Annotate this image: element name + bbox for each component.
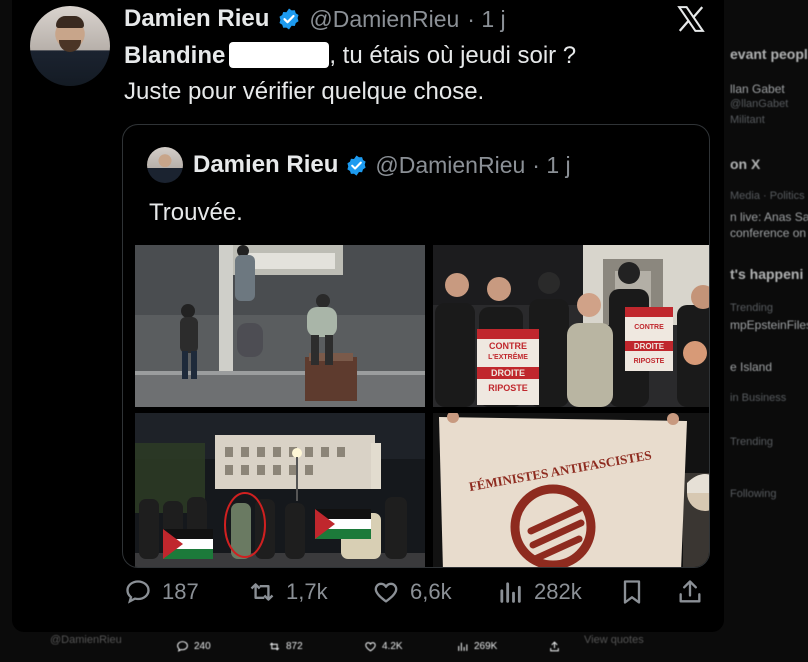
views-icon — [500, 582, 521, 603]
photo-street-scene[interactable] — [135, 245, 425, 407]
reply-icon — [126, 580, 150, 604]
background-sidebar-line: conference on — [730, 226, 807, 240]
background-sidebar-line: evant people — [730, 46, 808, 62]
sign-text-1: CONTRE — [489, 341, 527, 351]
background-view-quotes[interactable]: View quotes — [584, 634, 644, 646]
sign-text-7: RIPOSTE — [634, 358, 665, 365]
verified-badge-icon[interactable] — [277, 7, 301, 31]
avatar-hair-shape — [56, 16, 84, 28]
repost-icon — [250, 583, 274, 601]
background-reposts[interactable]: 872 — [268, 640, 303, 653]
background-share[interactable] — [548, 640, 561, 653]
tweet-text-line-1: Blandine , tu étais où jeudi soir ? — [124, 42, 576, 70]
quoted-author-handle[interactable]: @DamienRieu — [375, 152, 525, 179]
photo-antifascist-banner[interactable]: FÉMINISTES ANTIFASCISTES — [433, 413, 709, 567]
background-reposts-count: 872 — [286, 641, 303, 652]
x-logo-icon — [677, 6, 705, 32]
heart-icon — [374, 582, 398, 603]
tweet-time[interactable]: · 1 j — [467, 6, 505, 33]
background-sidebar-line: t's happeni — [730, 266, 804, 282]
mentioned-first-name: Blandine — [124, 42, 226, 69]
quoted-tweet-time[interactable]: · 1 j — [532, 152, 570, 179]
quoted-tweet-text: Trouvée. — [149, 199, 243, 226]
background-views-count: 269K — [474, 641, 498, 652]
quoted-author-name[interactable]: Damien Rieu — [193, 151, 338, 179]
views-count: 282k — [534, 579, 582, 604]
background-sidebar-line: Trending — [730, 436, 774, 448]
share-button[interactable] — [676, 578, 704, 606]
redacted-surname — [229, 42, 330, 68]
reply-icon — [177, 641, 188, 652]
tweet-text-line-2: Juste pour vérifier quelque chose. — [124, 78, 485, 105]
background-views[interactable]: 269K — [456, 640, 497, 653]
background-sidebar-line: on X — [730, 156, 761, 172]
reply-count: 187 — [162, 579, 199, 604]
repost-count: 1,7k — [286, 579, 328, 604]
tweet-card: Damien Rieu @DamienRieu · 1 j Blandine , … — [12, 0, 724, 632]
tweet-header: Damien Rieu @DamienRieu · 1 j — [124, 5, 506, 33]
share-icon — [550, 641, 559, 652]
sign-text-3: DROITE — [491, 368, 525, 378]
background-sidebar-line: @llanGabet — [730, 98, 789, 110]
views-icon — [458, 642, 468, 651]
background-sidebar-line: Media · Politics — [730, 190, 805, 202]
share-icon — [679, 580, 701, 603]
background-sidebar-line: e Island — [730, 360, 773, 374]
bookmark-icon — [623, 580, 641, 604]
sign-text-4: RIPOSTE — [488, 383, 528, 393]
background-likes-count: 4.2K — [382, 641, 403, 652]
author-name[interactable]: Damien Rieu — [124, 5, 269, 33]
background-sidebar-line: llan Gabet — [730, 82, 785, 96]
avatar-beard-shape — [59, 40, 81, 52]
tweet-text-question: , tu étais où jeudi soir ? — [329, 42, 577, 69]
background-sidebar-line: Trending — [730, 302, 774, 314]
background-sidebar: evant people llan Gabet @llanGabet Militant… — [724, 0, 808, 662]
verified-badge-icon[interactable] — [345, 154, 368, 177]
background-sidebar-line: n live: Anas Sarw — [730, 210, 808, 224]
sign-text-5: CONTRE — [634, 324, 664, 331]
author-handle[interactable]: @DamienRieu — [309, 6, 459, 33]
background-replies[interactable]: 240 — [176, 640, 211, 653]
background-tweet-footer: @DamienRieu 240 872 4.2K 269K View quote… — [0, 630, 808, 662]
sign-text-6: DROITE — [634, 342, 665, 351]
repost-icon — [269, 642, 280, 651]
like-button[interactable]: 6,6k — [372, 578, 452, 606]
background-sidebar-line: mpEpsteinFiles — [730, 318, 808, 332]
tweet-action-bar: 187 1,7k 6,6k 282k — [124, 578, 714, 616]
quoted-tweet[interactable]: Damien Rieu @DamienRieu · 1 j Trouvée. C… — [122, 124, 710, 568]
author-avatar[interactable] — [30, 6, 110, 86]
photo-night-square-flags[interactable] — [135, 413, 425, 567]
heart-icon — [365, 642, 376, 652]
bookmark-button[interactable] — [618, 578, 646, 606]
background-sidebar-line: Following — [730, 488, 777, 500]
background-sidebar-line: in Business — [730, 392, 787, 404]
background-replies-count: 240 — [194, 641, 211, 652]
like-count: 6,6k — [410, 579, 452, 604]
quoted-tweet-header: Damien Rieu @DamienRieu · 1 j — [193, 151, 571, 179]
background-likes[interactable]: 4.2K — [364, 640, 403, 653]
background-sidebar-line: Militant — [730, 114, 765, 126]
reply-button[interactable]: 187 — [124, 578, 199, 606]
sign-text-2: L'EXTRÊME — [488, 352, 528, 361]
quoted-author-avatar[interactable] — [147, 147, 183, 183]
views-button[interactable]: 282k — [496, 578, 582, 606]
photo-group-with-signs[interactable]: CONTRE L'EXTRÊME DROITE RIPOSTE CONTRE D… — [433, 245, 709, 407]
background-handle: @DamienRieu — [50, 634, 122, 646]
repost-button[interactable]: 1,7k — [248, 578, 328, 606]
